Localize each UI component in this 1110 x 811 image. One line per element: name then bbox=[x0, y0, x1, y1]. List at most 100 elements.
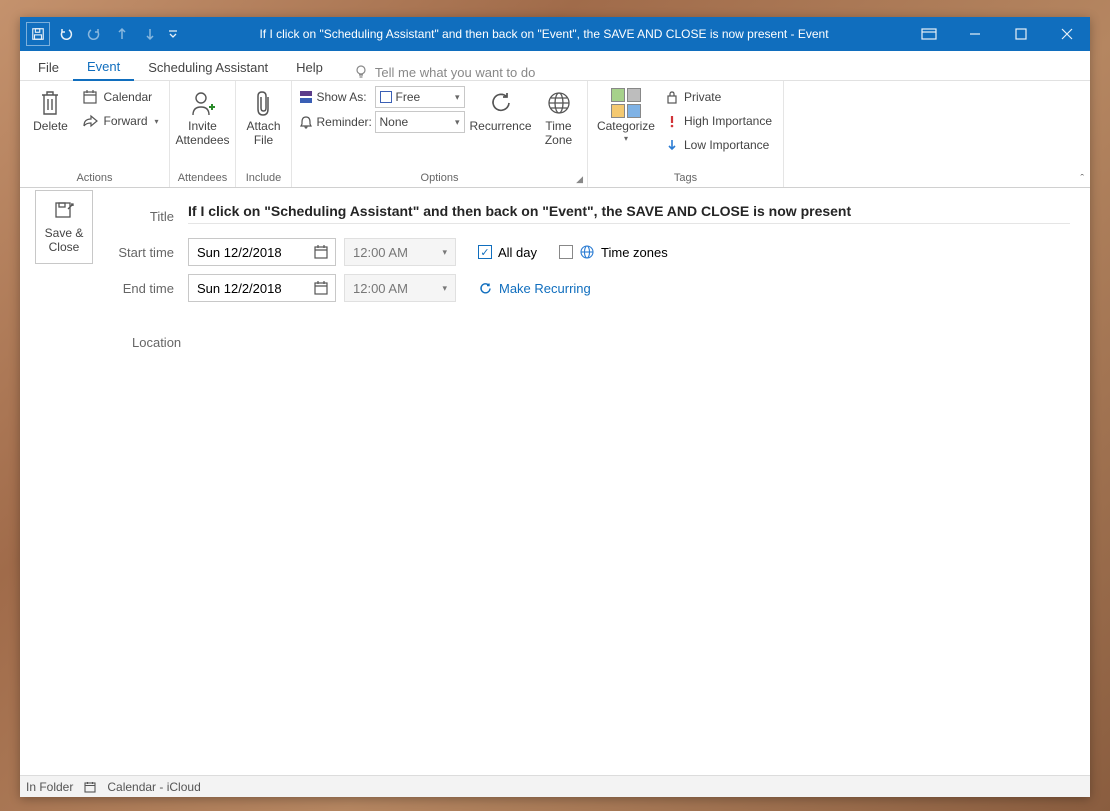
timezones-label: Time zones bbox=[601, 245, 668, 260]
paperclip-icon bbox=[254, 86, 274, 120]
tab-scheduling-assistant[interactable]: Scheduling Assistant bbox=[134, 54, 282, 80]
end-time-label: End time bbox=[20, 281, 188, 296]
undo-icon[interactable] bbox=[52, 17, 80, 51]
event-form: Title If I click on "Scheduling Assistan… bbox=[20, 188, 1090, 775]
redo-icon[interactable] bbox=[80, 17, 108, 51]
start-date-value: Sun 12/2/2018 bbox=[197, 245, 282, 260]
group-attendees-label: Attendees bbox=[170, 169, 235, 187]
high-importance-button[interactable]: High Importance bbox=[661, 110, 776, 132]
private-label: Private bbox=[684, 90, 721, 104]
reminder-label: Reminder: bbox=[317, 115, 371, 129]
group-tags: Categorize ▾ Private High Importance Low… bbox=[588, 81, 784, 187]
time-zone-button[interactable]: Time Zone bbox=[537, 84, 581, 148]
options-dialog-launcher-icon[interactable]: ◢ bbox=[576, 174, 583, 185]
event-body-editor[interactable] bbox=[20, 360, 1090, 775]
recurrence-button[interactable]: Recurrence bbox=[469, 84, 533, 134]
group-options: Show As: Free ▾ Reminder: None ▾ bbox=[292, 81, 588, 187]
title-field[interactable]: If I click on "Scheduling Assistant" and… bbox=[188, 203, 1070, 219]
categorize-icon bbox=[611, 86, 641, 120]
group-actions-label: Actions bbox=[20, 169, 169, 187]
collapse-ribbon-icon[interactable]: ˆ bbox=[1080, 173, 1084, 185]
group-attendees: Invite Attendees Attendees bbox=[170, 81, 236, 187]
showas-label: Show As: bbox=[317, 90, 371, 104]
tell-me-search[interactable]: Tell me what you want to do bbox=[353, 64, 535, 80]
group-options-label: Options ◢ bbox=[292, 169, 587, 187]
recurrence-label: Recurrence bbox=[469, 120, 531, 134]
showas-icon bbox=[299, 90, 313, 104]
calendar-label: Calendar bbox=[103, 90, 152, 104]
status-in-folder: In Folder bbox=[26, 780, 73, 794]
close-button[interactable] bbox=[1044, 17, 1090, 51]
status-calendar-name: Calendar - iCloud bbox=[107, 780, 200, 794]
ribbon: Delete Calendar Forward ▾ Actions bbox=[20, 81, 1090, 188]
status-bar: In Folder Calendar - iCloud bbox=[20, 775, 1090, 797]
calendar-picker-icon bbox=[313, 244, 329, 260]
lightbulb-icon bbox=[353, 64, 369, 80]
invite-attendees-button[interactable]: Invite Attendees bbox=[175, 84, 231, 148]
recurrence-icon bbox=[487, 86, 515, 120]
ribbon-display-icon[interactable] bbox=[906, 17, 952, 51]
globe-small-icon bbox=[579, 244, 595, 260]
save-close-label-2: Close bbox=[49, 240, 80, 254]
minimize-button[interactable] bbox=[952, 17, 998, 51]
timezone-label-1: Time bbox=[545, 120, 571, 134]
timezone-label-2: Zone bbox=[545, 134, 572, 148]
calendar-picker-icon bbox=[313, 280, 329, 296]
tab-event[interactable]: Event bbox=[73, 53, 134, 81]
timezones-toggle[interactable]: Time zones bbox=[559, 244, 668, 260]
forward-button[interactable]: Forward ▾ bbox=[78, 110, 162, 132]
attach-file-button[interactable]: Attach File bbox=[241, 84, 287, 148]
make-recurring-label: Make Recurring bbox=[499, 281, 591, 296]
calendar-small-icon bbox=[83, 780, 97, 794]
previous-item-icon[interactable] bbox=[108, 17, 136, 51]
low-importance-label: Low Importance bbox=[684, 138, 769, 152]
recurrence-small-icon bbox=[478, 281, 493, 296]
title-bar: If I click on "Scheduling Assistant" and… bbox=[20, 17, 1090, 51]
categorize-label: Categorize bbox=[597, 120, 655, 134]
location-label: Location bbox=[20, 335, 180, 350]
group-actions: Delete Calendar Forward ▾ Actions bbox=[20, 81, 170, 187]
group-include-label: Include bbox=[236, 169, 291, 187]
bell-icon bbox=[299, 115, 313, 129]
next-item-icon[interactable] bbox=[136, 17, 164, 51]
end-time-value: 12:00 AM bbox=[353, 281, 408, 296]
attach-label-1: Attach bbox=[246, 120, 280, 134]
reminder-combo[interactable]: None ▾ bbox=[375, 111, 465, 133]
showas-value: Free bbox=[396, 90, 421, 104]
high-importance-label: High Importance bbox=[684, 114, 772, 128]
ribbon-tabs: File Event Scheduling Assistant Help Tel… bbox=[20, 51, 1090, 81]
end-date-value: Sun 12/2/2018 bbox=[197, 281, 282, 296]
make-recurring-link[interactable]: Make Recurring bbox=[478, 281, 591, 296]
group-tags-label: Tags bbox=[588, 169, 783, 187]
start-time-input[interactable]: 12:00 AM ▾ bbox=[344, 238, 456, 266]
end-time-input[interactable]: 12:00 AM ▾ bbox=[344, 274, 456, 302]
group-include: Attach File Include bbox=[236, 81, 292, 187]
person-add-icon bbox=[189, 86, 217, 120]
delete-button[interactable]: Delete bbox=[26, 84, 74, 134]
showas-combo[interactable]: Free ▾ bbox=[375, 86, 465, 108]
tab-help[interactable]: Help bbox=[282, 54, 337, 80]
qat-customize-icon[interactable] bbox=[164, 17, 182, 51]
invite-label-2: Attendees bbox=[175, 134, 229, 148]
tab-file[interactable]: File bbox=[24, 54, 73, 80]
window-title: If I click on "Scheduling Assistant" and… bbox=[182, 27, 906, 41]
save-close-icon bbox=[53, 200, 75, 222]
low-importance-button[interactable]: Low Importance bbox=[661, 134, 776, 156]
reminder-value: None bbox=[380, 115, 409, 129]
trash-icon bbox=[38, 86, 62, 120]
save-and-close-button[interactable]: Save &Close bbox=[35, 190, 93, 264]
private-button[interactable]: Private bbox=[661, 86, 776, 108]
attach-label-2: File bbox=[254, 134, 273, 148]
save-icon[interactable] bbox=[26, 22, 50, 46]
end-date-input[interactable]: Sun 12/2/2018 bbox=[188, 274, 336, 302]
start-date-input[interactable]: Sun 12/2/2018 bbox=[188, 238, 336, 266]
categorize-button[interactable]: Categorize ▾ bbox=[595, 84, 657, 143]
all-day-checkbox[interactable]: ✓ All day bbox=[478, 245, 537, 260]
forward-icon bbox=[82, 114, 98, 128]
lock-icon bbox=[665, 90, 679, 104]
tell-me-placeholder: Tell me what you want to do bbox=[375, 65, 535, 80]
calendar-button[interactable]: Calendar bbox=[78, 86, 162, 108]
down-arrow-icon bbox=[665, 138, 679, 152]
window-controls bbox=[906, 17, 1090, 51]
maximize-button[interactable] bbox=[998, 17, 1044, 51]
